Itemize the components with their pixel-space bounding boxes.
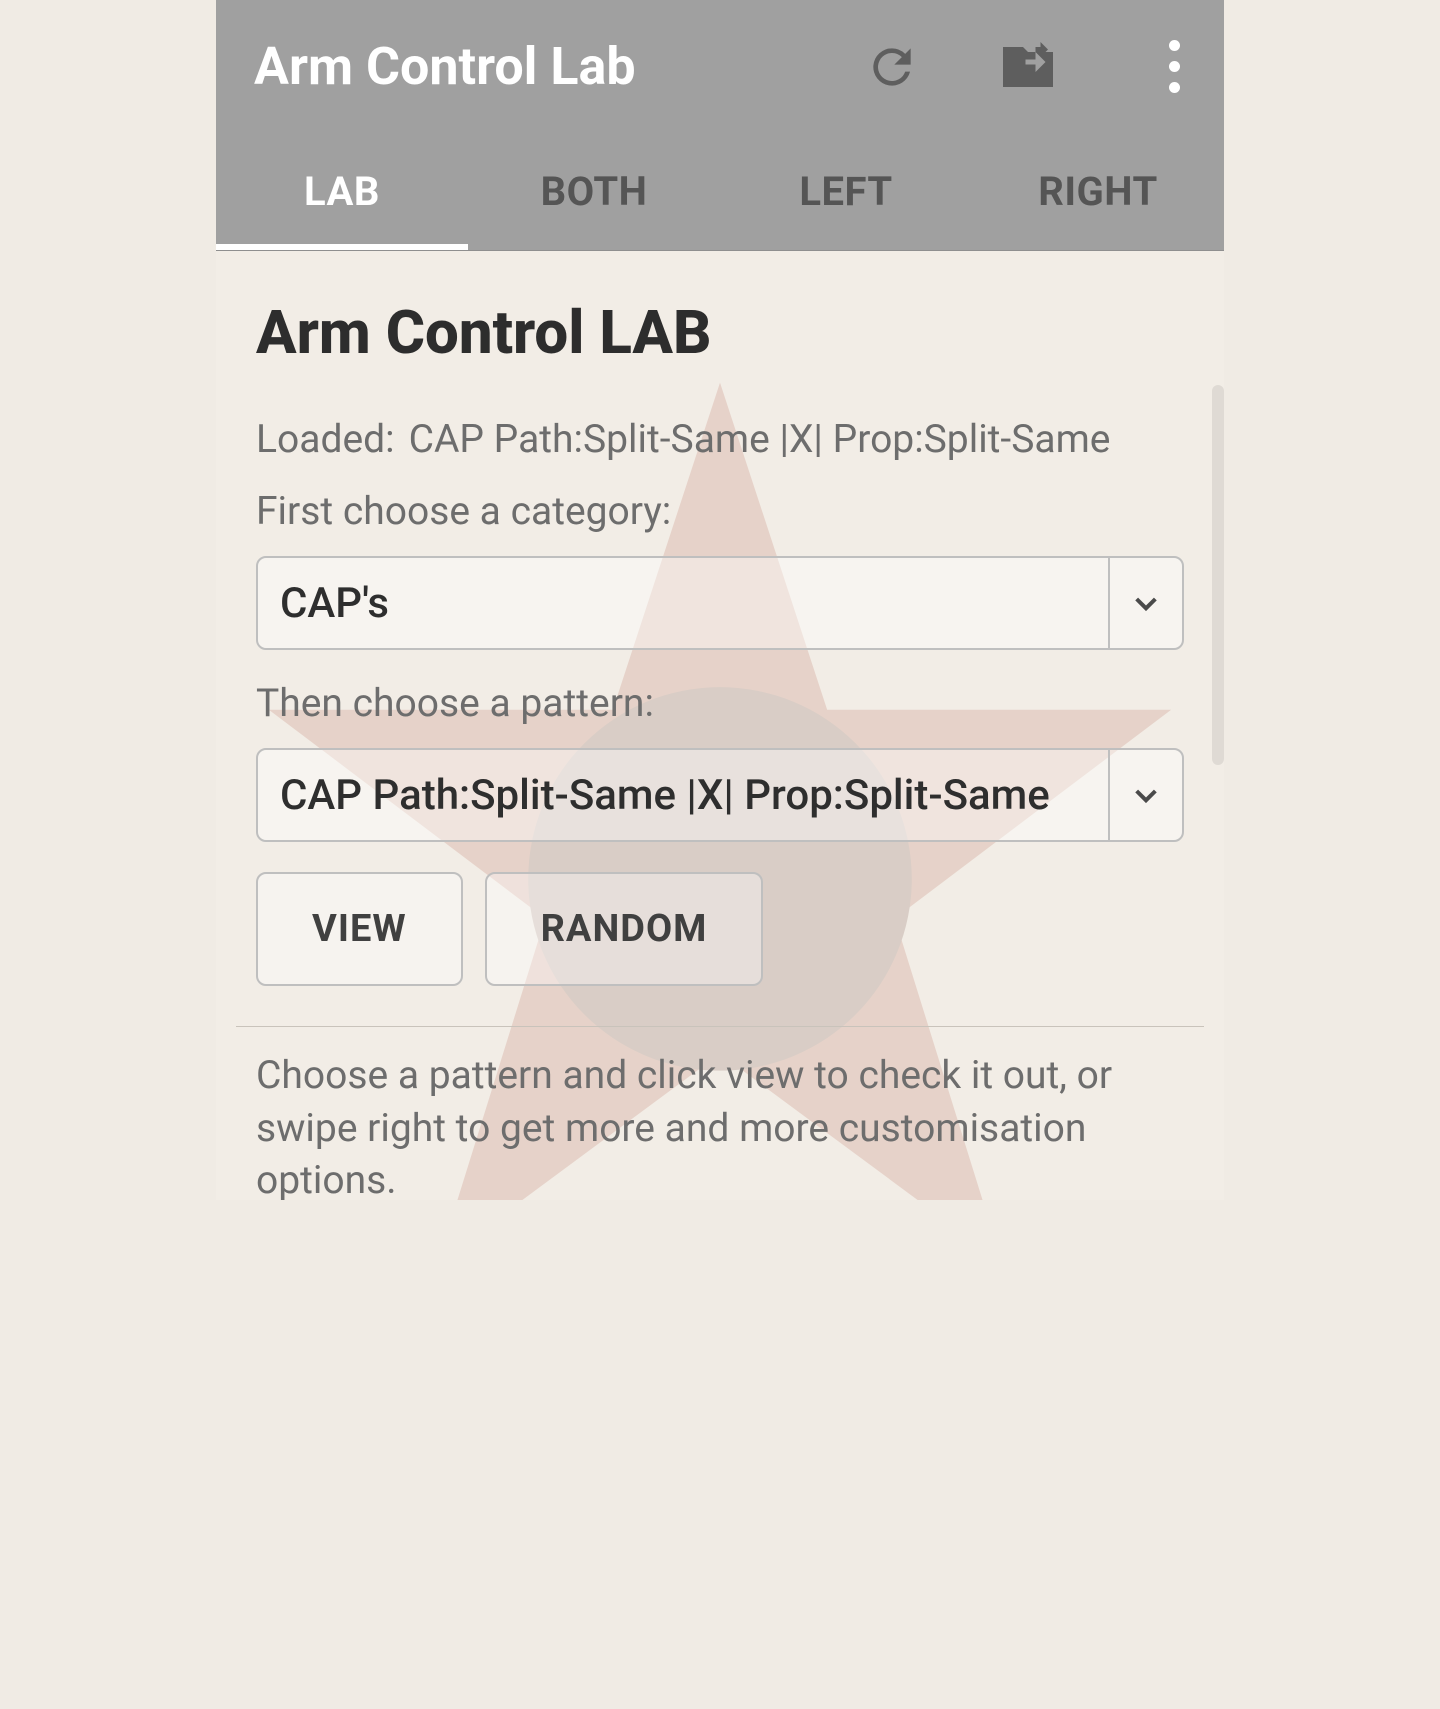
- content-inner: Arm Control LAB Loaded: CAP Path:Split-S…: [216, 251, 1224, 1200]
- loaded-label: Loaded:: [256, 416, 395, 462]
- divider: [236, 1026, 1204, 1027]
- tab-lab[interactable]: LAB: [216, 133, 468, 250]
- appbar-actions: [862, 37, 1194, 97]
- overflow-menu-icon[interactable]: [1154, 37, 1194, 97]
- content-area: Arm Control LAB Loaded: CAP Path:Split-S…: [216, 251, 1224, 1200]
- category-label: First choose a category:: [256, 488, 1184, 534]
- loaded-value: CAP Path:Split-Same |X| Prop:Split-Same: [409, 416, 1111, 462]
- pattern-select-value: CAP Path:Split-Same |X| Prop:Split-Same: [258, 750, 1108, 840]
- tab-label: LAB: [304, 168, 380, 215]
- category-select[interactable]: CAP's: [256, 556, 1184, 650]
- category-select-value: CAP's: [258, 558, 1108, 648]
- button-row: VIEW RANDOM: [256, 872, 1184, 986]
- app-screen: Arm Control Lab LAB BO: [216, 0, 1224, 1200]
- page-heading: Arm Control LAB: [256, 297, 1184, 368]
- open-folder-icon[interactable]: [998, 37, 1058, 97]
- loaded-row: Loaded: CAP Path:Split-Same |X| Prop:Spl…: [256, 416, 1184, 462]
- button-label: RANDOM: [541, 907, 708, 951]
- random-button[interactable]: RANDOM: [485, 872, 764, 986]
- app-title: Arm Control Lab: [254, 36, 862, 97]
- tab-label: BOTH: [541, 168, 648, 215]
- pattern-label: Then choose a pattern:: [256, 680, 1184, 726]
- tab-right[interactable]: RIGHT: [972, 133, 1224, 250]
- view-button[interactable]: VIEW: [256, 872, 463, 986]
- button-label: VIEW: [312, 907, 407, 951]
- app-bar: Arm Control Lab: [216, 0, 1224, 133]
- tab-left[interactable]: LEFT: [720, 133, 972, 250]
- chevron-down-icon: [1108, 750, 1182, 840]
- tab-bar: LAB BOTH LEFT RIGHT: [216, 133, 1224, 251]
- tab-both[interactable]: BOTH: [468, 133, 720, 250]
- tab-label: LEFT: [799, 168, 892, 215]
- tab-label: RIGHT: [1038, 168, 1158, 215]
- hint-text: Choose a pattern and click view to check…: [256, 1049, 1184, 1200]
- pattern-select[interactable]: CAP Path:Split-Same |X| Prop:Split-Same: [256, 748, 1184, 842]
- refresh-icon[interactable]: [862, 37, 922, 97]
- chevron-down-icon: [1108, 558, 1182, 648]
